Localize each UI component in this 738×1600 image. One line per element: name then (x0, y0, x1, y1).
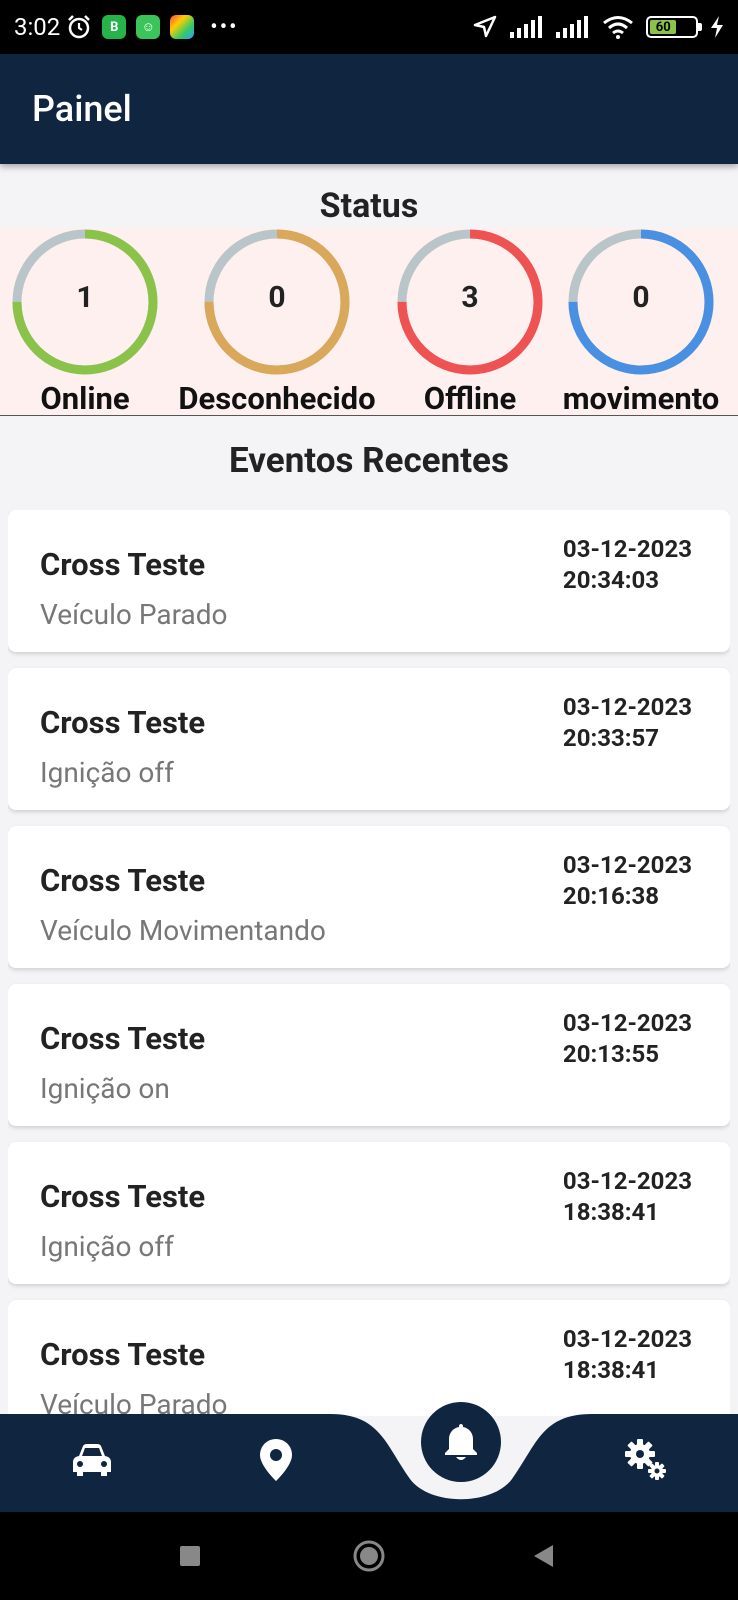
app-bar: Painel (0, 54, 738, 164)
app-notification-icon-2 (170, 15, 195, 39)
event-type: Veículo Parado (40, 1388, 228, 1416)
event-date: 03-12-2023 (562, 693, 692, 721)
event-time: 20:34:03 (562, 566, 660, 594)
home-button[interactable] (329, 1512, 409, 1600)
vehicle-name: Cross Teste (40, 862, 206, 899)
event-type: Veículo Movimentando (40, 914, 326, 947)
bell-icon (445, 1424, 477, 1460)
event-time: 20:13:55 (562, 1040, 660, 1068)
clock: 3:02 (14, 13, 61, 41)
vehicle-name: Cross Teste (40, 1178, 206, 1215)
gauge-desconhecido[interactable]: 0 Desconhecido (178, 228, 376, 417)
events-list[interactable]: Cross Teste Veículo Parado 03-12-2023 20… (8, 510, 730, 1416)
event-type: Veículo Parado (40, 598, 228, 631)
event-type: Ignição on (40, 1072, 170, 1105)
vehicle-name: Cross Teste (40, 1336, 206, 1373)
event-type: Ignição off (40, 1230, 174, 1263)
event-time: 20:16:38 (562, 882, 660, 910)
circle-icon (353, 1540, 385, 1572)
page-title: Painel (32, 88, 132, 130)
event-date: 03-12-2023 (562, 851, 692, 879)
vehicle-name: Cross Teste (40, 704, 206, 741)
nav-vehicles-button[interactable] (52, 1420, 132, 1500)
charging-icon (711, 16, 723, 38)
gauge-count: 3 (461, 280, 479, 315)
event-date: 03-12-2023 (562, 1009, 692, 1037)
event-time: 20:33:57 (562, 724, 660, 752)
gauge-count: 0 (632, 280, 650, 315)
event-card[interactable]: Cross Teste Ignição off 03-12-2023 18:38… (8, 1142, 730, 1284)
event-time: 18:38:41 (562, 1198, 660, 1226)
signal-icon-2 (556, 16, 588, 38)
nav-notifications-button[interactable] (421, 1402, 501, 1482)
gauge-label: movimento (562, 380, 720, 417)
system-nav-bar (0, 1512, 738, 1600)
map-pin-icon (260, 1439, 292, 1481)
event-datetime: 03-12-2023 20:33:57 (563, 692, 692, 754)
nav-settings-button[interactable] (606, 1420, 686, 1500)
event-datetime: 03-12-2023 18:38:41 (563, 1166, 692, 1228)
location-arrow-icon (473, 15, 497, 38)
nav-map-button[interactable] (236, 1420, 316, 1500)
event-datetime: 03-12-2023 20:16:38 (563, 850, 692, 912)
event-date: 03-12-2023 (562, 1325, 692, 1353)
signal-icon (510, 16, 542, 38)
event-datetime: 03-12-2023 20:13:55 (563, 1008, 692, 1070)
event-type: Ignição off (40, 756, 174, 789)
recents-button[interactable] (150, 1512, 230, 1600)
whatsapp-business-icon: B (102, 15, 127, 39)
status-heading: Status (319, 186, 419, 226)
event-card[interactable]: Cross Teste Veículo Parado 03-12-2023 20… (8, 510, 730, 652)
app-notification-icon: ☺ (136, 15, 161, 39)
gauge-count: 1 (76, 280, 94, 315)
gauge-online[interactable]: 1 Online (0, 228, 170, 417)
event-card[interactable]: Cross Teste Veículo Parado 03-12-2023 18… (8, 1300, 730, 1416)
gauge-count: 0 (268, 280, 286, 315)
event-datetime: 03-12-2023 18:38:41 (563, 1324, 692, 1386)
settings-gears-icon (625, 1439, 666, 1480)
event-time: 18:38:41 (562, 1356, 660, 1384)
battery-icon: 60 (646, 16, 702, 38)
car-icon (73, 1444, 111, 1476)
vehicle-name: Cross Teste (40, 1020, 206, 1057)
alarm-icon (68, 15, 91, 39)
event-datetime: 03-12-2023 20:34:03 (563, 534, 692, 596)
square-icon (180, 1546, 200, 1566)
back-button[interactable] (503, 1512, 583, 1600)
back-triangle-icon (534, 1545, 553, 1567)
event-date: 03-12-2023 (562, 1167, 692, 1195)
more-notifications-icon: ••• (210, 14, 239, 40)
battery-level: 60 (650, 20, 677, 35)
event-card[interactable]: Cross Teste Veículo Movimentando 03-12-2… (8, 826, 730, 968)
status-gauges: 1 Online 0 Desconhecido 3 Offline 0 movi… (0, 228, 738, 417)
event-date: 03-12-2023 (562, 535, 692, 563)
gauge-movimento[interactable]: 0 movimento (556, 228, 726, 417)
system-status-bar: 3:02 B ☺ ••• 60 (0, 0, 738, 54)
event-card[interactable]: Cross Teste Ignição off 03-12-2023 20:33… (8, 668, 730, 810)
gauge-offline[interactable]: 3 Offline (385, 228, 555, 417)
wifi-icon (603, 16, 633, 39)
vehicle-name: Cross Teste (40, 546, 206, 583)
event-card[interactable]: Cross Teste Ignição on 03-12-2023 20:13:… (8, 984, 730, 1126)
events-heading: Eventos Recentes (229, 440, 509, 481)
